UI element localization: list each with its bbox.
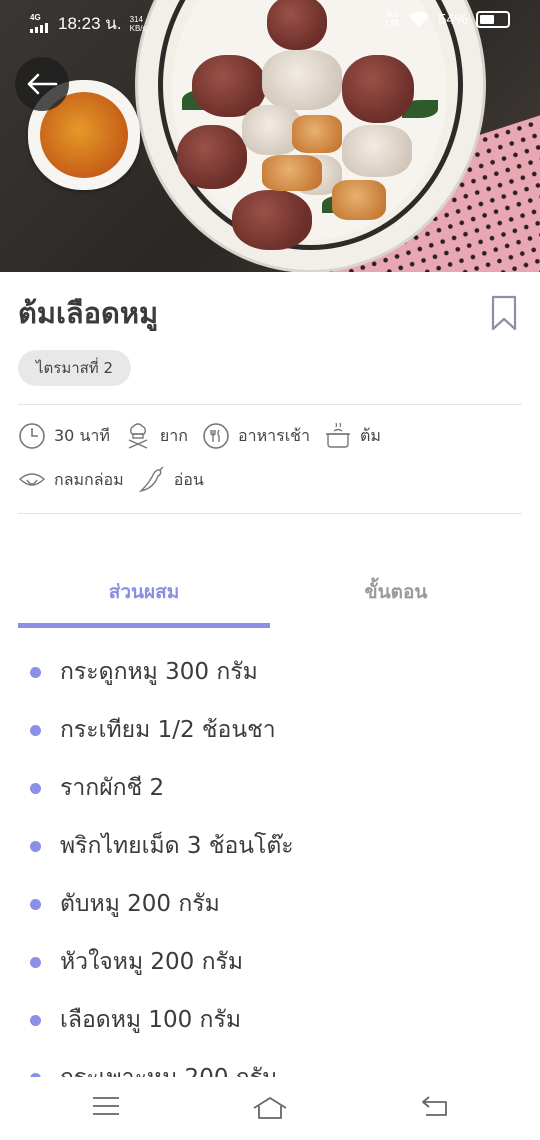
- battery-icon: [476, 10, 510, 28]
- bullet-icon: [30, 898, 41, 910]
- system-nav-bar: [0, 1078, 540, 1140]
- clock-time: 18:23 น.: [58, 14, 122, 33]
- divider: [18, 513, 522, 514]
- recipe-meta-row: กลมกล่อม อ่อน: [18, 466, 218, 494]
- chef-icon: [128, 423, 148, 449]
- meta-method: ต้ม: [324, 422, 381, 450]
- list-item: กระดูกหมู 300 กรัม: [30, 654, 258, 690]
- home-icon[interactable]: [252, 1095, 288, 1121]
- pot-icon: [326, 422, 350, 448]
- ingredient-list: กระดูกหมู 300 กรัม กระเทียม 1/2 ช้อนชา ร…: [0, 640, 540, 1077]
- chili-icon: [138, 466, 164, 493]
- list-item: หัวใจหมู 200 กรัม: [30, 944, 243, 980]
- bullet-icon: [30, 840, 41, 852]
- active-tab-indicator: [18, 623, 270, 628]
- bullet-icon: [30, 1014, 41, 1026]
- signal-icon: 4G: [30, 13, 50, 33]
- meta-time: 30 นาที: [18, 422, 110, 450]
- bookmark-icon[interactable]: [491, 295, 517, 331]
- recipe-meta-row: 30 นาที ยาก อาหารเช้า ต้ม: [18, 422, 395, 450]
- bullet-icon: [30, 782, 41, 794]
- bullet-icon: [30, 956, 41, 968]
- cutlery-icon: [203, 423, 229, 449]
- wifi-icon: [408, 11, 429, 27]
- list-item: เลือดหมู 100 กรัม: [30, 1002, 241, 1038]
- list-item: กระเพาะหมู 200 กรัม: [30, 1060, 277, 1077]
- list-item: พริกไทยเม็ด 3 ช้อนโต๊ะ: [30, 828, 294, 864]
- tab-ingredients[interactable]: ส่วนผสม: [18, 572, 270, 628]
- trimester-tag: ไตรมาสที่ 2: [18, 350, 132, 386]
- meta-difficulty: ยาก: [124, 422, 188, 450]
- back-nav-icon[interactable]: [420, 1095, 448, 1117]
- network-speed: 314 KB/s: [129, 14, 147, 33]
- list-item: ตับหมู 200 กรัม: [30, 886, 220, 922]
- tab-steps[interactable]: ขั้นตอน: [270, 572, 522, 628]
- meta-spice: อ่อน: [138, 466, 204, 494]
- battery-percent: 54%: [437, 10, 468, 28]
- taste-icon: [18, 473, 46, 486]
- bullet-icon: [30, 1072, 41, 1077]
- bullet-icon: [30, 666, 41, 678]
- recipe-title: ต้มเลือดหมู: [18, 296, 159, 330]
- arrow-left-icon: [27, 73, 58, 95]
- volte-icon: Vo) LTE: [385, 10, 400, 28]
- list-item: กระเทียม 1/2 ช้อนชา: [30, 712, 276, 748]
- divider: [18, 404, 522, 405]
- list-item: รากผักชี 2: [30, 770, 164, 806]
- meta-taste: กลมกล่อม: [18, 466, 124, 494]
- back-button[interactable]: [15, 57, 69, 111]
- status-bar: 4G 18:23 น. 314 KB/s Vo) LTE 54%: [0, 0, 540, 42]
- meta-meal: อาหารเช้า: [202, 422, 310, 450]
- menu-icon[interactable]: [92, 1095, 120, 1117]
- bullet-icon: [30, 724, 41, 736]
- clock-icon: [19, 423, 45, 449]
